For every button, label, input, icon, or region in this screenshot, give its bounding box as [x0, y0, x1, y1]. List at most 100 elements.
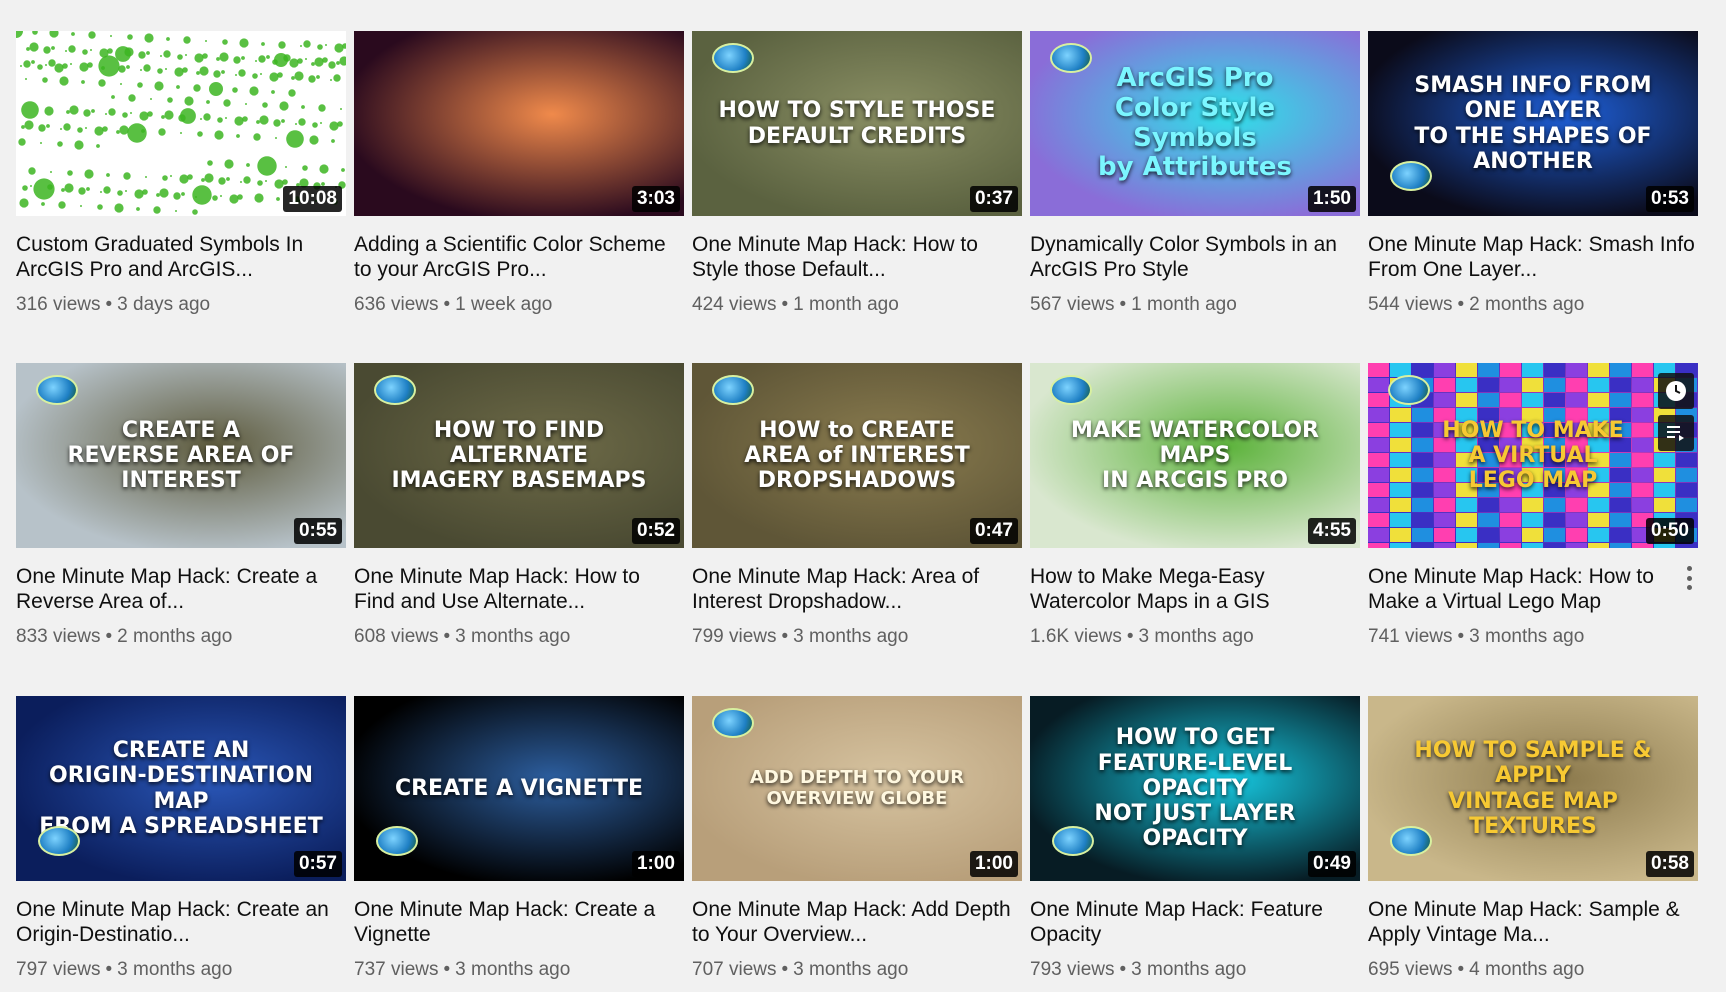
upload-age: 1 month ago: [1131, 294, 1237, 315]
video-thumbnail[interactable]: HOW TO SAMPLE & APPLY VINTAGE MAP TEXTUR…: [1368, 696, 1698, 881]
video-thumbnail[interactable]: ArcGIS Pro Color Style Symbols by Attrib…: [1030, 31, 1360, 216]
video-card[interactable]: HOW TO GET FEATURE-LEVEL OPACITY NOT JUS…: [1030, 696, 1360, 981]
video-metadata: 799 views • 3 months ago: [692, 625, 1022, 648]
meta-separator: •: [443, 626, 451, 647]
channel-logo-icon: [1050, 43, 1092, 73]
video-card[interactable]: CREATE A VIGNETTE 1:00 One Minute Map Hack…: [354, 696, 684, 981]
channel-logo-icon: [1390, 826, 1432, 856]
video-thumbnail[interactable]: CREATE A VIGNETTE 1:00: [354, 696, 684, 881]
video-card[interactable]: MAKE WATERCOLOR MAPS IN ARCGIS PRO 4:55 Ho…: [1030, 363, 1360, 648]
video-title[interactable]: One Minute Map Hack: Create an Origin-De…: [16, 897, 346, 947]
meta-separator: •: [1126, 626, 1134, 647]
video-title[interactable]: One Minute Map Hack: Create a Vignette: [354, 897, 684, 947]
video-metadata: 636 views • 1 week ago: [354, 293, 684, 316]
upload-age: 2 months ago: [1469, 294, 1585, 315]
video-title[interactable]: One Minute Map Hack: Add Depth to Your O…: [692, 897, 1022, 947]
video-metadata: 316 views • 3 days ago: [16, 293, 346, 316]
channel-logo-icon: [1390, 161, 1432, 191]
channel-logo-icon: [38, 826, 80, 856]
meta-separator: •: [781, 294, 789, 315]
video-duration: 0:49: [1307, 851, 1356, 877]
video-card[interactable]: ArcGIS Pro Color Style Symbols by Attrib…: [1030, 31, 1360, 316]
video-title[interactable]: Adding a Scientific Color Scheme to your…: [354, 232, 684, 282]
upload-age: 3 months ago: [1131, 959, 1247, 980]
video-card[interactable]: CREATE A REVERSE AREA OF INTEREST 0:55 One…: [16, 363, 346, 648]
meta-separator: •: [105, 959, 113, 980]
video-grid: 10:08 Custom Graduated Symbols In ArcGIS …: [0, 0, 1726, 992]
video-thumbnail[interactable]: MAKE WATERCOLOR MAPS IN ARCGIS PRO 4:55: [1030, 363, 1360, 548]
video-title[interactable]: One Minute Map Hack: Sample & Apply Vint…: [1368, 897, 1698, 947]
video-duration: 1:50: [1307, 186, 1356, 212]
video-thumbnail[interactable]: SMASH INFO FROM ONE LAYER TO THE SHAPES …: [1368, 31, 1698, 216]
meta-separator: •: [443, 294, 451, 315]
video-card[interactable]: HOW TO FIND ALTERNATE IMAGERY BASEMAPS 0:…: [354, 363, 684, 648]
view-count: 797 views: [16, 959, 101, 980]
video-title[interactable]: One Minute Map Hack: How to Make a Virtu…: [1368, 564, 1698, 614]
video-title[interactable]: Dynamically Color Symbols in an ArcGIS P…: [1030, 232, 1360, 282]
video-card[interactable]: HOW TO SAMPLE & APPLY VINTAGE MAP TEXTUR…: [1368, 696, 1698, 981]
video-card[interactable]: HOW to CREATE AREA of INTEREST DROPSHADO…: [692, 363, 1022, 648]
video-card[interactable]: 3:03 Adding a Scientific Color Scheme to …: [354, 31, 684, 316]
video-card[interactable]: 10:08 Custom Graduated Symbols In ArcGIS …: [16, 31, 346, 316]
video-thumbnail[interactable]: 3:03: [354, 31, 684, 216]
view-count: 741 views: [1368, 626, 1453, 647]
meta-separator: •: [1457, 959, 1465, 980]
video-card[interactable]: ADD DEPTH TO YOUR OVERVIEW GLOBE 1:00 One …: [692, 696, 1022, 981]
meta-separator: •: [781, 959, 789, 980]
video-title[interactable]: One Minute Map Hack: How to Find and Use…: [354, 564, 684, 614]
video-thumbnail[interactable]: HOW to CREATE AREA of INTEREST DROPSHADO…: [692, 363, 1022, 548]
upload-age: 3 days ago: [117, 294, 211, 315]
channel-logo-icon: [374, 375, 416, 405]
video-card[interactable]: HOW TO MAKE A VIRTUAL LEGO MAP 0:50 One Mi…: [1368, 363, 1698, 648]
upload-age: 3 months ago: [1138, 626, 1254, 647]
meta-separator: •: [443, 959, 451, 980]
video-thumbnail[interactable]: HOW TO STYLE THOSE DEFAULT CREDITS 0:37: [692, 31, 1022, 216]
video-metadata: 793 views • 3 months ago: [1030, 958, 1360, 981]
meta-separator: •: [105, 294, 113, 315]
video-metadata: 737 views • 3 months ago: [354, 958, 684, 981]
video-metadata: 567 views • 1 month ago: [1030, 293, 1360, 316]
channel-logo-icon: [1388, 375, 1430, 405]
video-thumbnail[interactable]: 10:08: [16, 31, 346, 216]
video-title[interactable]: One Minute Map Hack: Smash Info From One…: [1368, 232, 1698, 282]
video-title[interactable]: One Minute Map Hack: Area of Interest Dr…: [692, 564, 1022, 614]
upload-age: 4 months ago: [1469, 959, 1585, 980]
channel-logo-icon: [712, 375, 754, 405]
channel-logo-icon: [712, 43, 754, 73]
video-card[interactable]: HOW TO STYLE THOSE DEFAULT CREDITS 0:37 On…: [692, 31, 1022, 316]
video-title[interactable]: One Minute Map Hack: Feature Opacity: [1030, 897, 1360, 947]
view-count: 567 views: [1030, 294, 1115, 315]
video-card[interactable]: CREATE AN ORIGIN-DESTINATION MAP FROM A …: [16, 696, 346, 981]
video-thumbnail[interactable]: CREATE AN ORIGIN-DESTINATION MAP FROM A …: [16, 696, 346, 881]
more-vert-icon[interactable]: [1678, 563, 1700, 593]
add-to-queue-button[interactable]: [1658, 415, 1694, 451]
upload-age: 1 month ago: [793, 294, 899, 315]
view-count: 1.6K views: [1030, 626, 1122, 647]
watch-later-button[interactable]: [1658, 373, 1694, 409]
view-count: 608 views: [354, 626, 439, 647]
upload-age: 3 months ago: [117, 959, 233, 980]
video-duration: 0:37: [969, 186, 1018, 212]
view-count: 636 views: [354, 294, 439, 315]
video-card[interactable]: SMASH INFO FROM ONE LAYER TO THE SHAPES …: [1368, 31, 1698, 316]
video-thumbnail[interactable]: CREATE A REVERSE AREA OF INTEREST 0:55: [16, 363, 346, 548]
video-metadata: 608 views • 3 months ago: [354, 625, 684, 648]
video-thumbnail[interactable]: ADD DEPTH TO YOUR OVERVIEW GLOBE 1:00: [692, 696, 1022, 881]
upload-age: 2 months ago: [117, 626, 233, 647]
video-duration: 0:58: [1645, 851, 1694, 877]
view-count: 737 views: [354, 959, 439, 980]
video-metadata: 695 views • 4 months ago: [1368, 958, 1698, 981]
video-title[interactable]: Custom Graduated Symbols In ArcGIS Pro a…: [16, 232, 346, 282]
video-title[interactable]: One Minute Map Hack: Create a Reverse Ar…: [16, 564, 346, 614]
video-metadata: 741 views • 3 months ago: [1368, 625, 1698, 648]
video-thumbnail[interactable]: HOW TO FIND ALTERNATE IMAGERY BASEMAPS 0:…: [354, 363, 684, 548]
video-metadata: 833 views • 2 months ago: [16, 625, 346, 648]
video-duration: 1:00: [631, 851, 680, 877]
video-duration: 10:08: [283, 186, 342, 212]
meta-separator: •: [1457, 294, 1465, 315]
video-thumbnail[interactable]: HOW TO GET FEATURE-LEVEL OPACITY NOT JUS…: [1030, 696, 1360, 881]
video-title[interactable]: One Minute Map Hack: How to Style those …: [692, 232, 1022, 282]
upload-age: 3 months ago: [1469, 626, 1585, 647]
video-thumbnail[interactable]: HOW TO MAKE A VIRTUAL LEGO MAP 0:50: [1368, 363, 1698, 548]
video-title[interactable]: How to Make Mega-Easy Watercolor Maps in…: [1030, 564, 1360, 614]
